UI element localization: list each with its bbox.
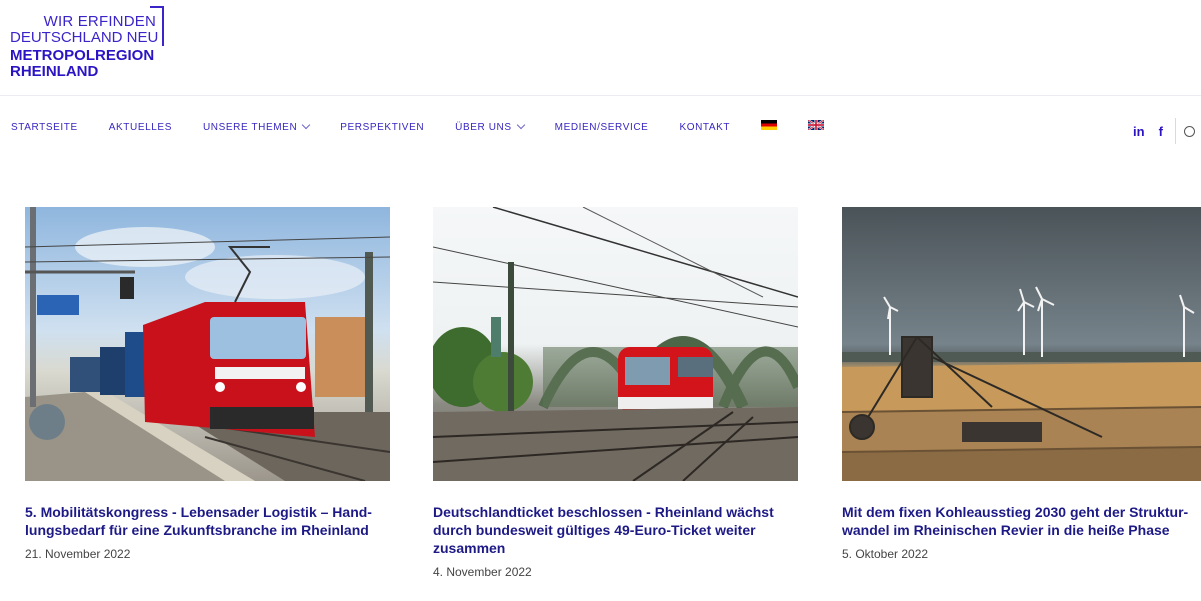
card-date: 4. November 2022	[433, 565, 532, 579]
nav-label: AKTUELLES	[108, 121, 172, 133]
nav-label: ÜBER UNS	[455, 121, 512, 133]
flag-de-icon[interactable]	[761, 120, 778, 130]
card-date: 5. Oktober 2022	[842, 547, 929, 561]
chevron-down-icon	[516, 120, 525, 130]
linkedin-icon[interactable]: in	[1133, 124, 1145, 139]
logo-line-2: DEUTSCHLAND NEU	[10, 29, 159, 46]
nav-item-aktuelles[interactable]: AKTUELLES	[109, 122, 172, 133]
card-date: 21. November 2022	[25, 547, 131, 561]
nav-item-ueber-uns[interactable]: ÜBER UNS	[455, 120, 525, 133]
logo-frame	[162, 6, 164, 46]
facebook-icon[interactable]: f	[1159, 124, 1163, 139]
logo-line-4: RHEINLAND	[10, 63, 99, 80]
search-icon[interactable]	[1183, 125, 1195, 137]
card-title[interactable]: 5. Mobilitätskongress - Lebensader Logis…	[25, 503, 390, 539]
nav-item-unsere-themen[interactable]: UNSERE THEMEN	[202, 120, 311, 133]
site-logo[interactable]: WIR ERFINDEN DEUTSCHLAND NEU METROPOLREG…	[10, 6, 170, 82]
nav-item-medien-service[interactable]: MEDIEN/SERVICE	[555, 122, 649, 133]
news-card[interactable]: Mit dem fixen Kohleausstieg 2030 geht de…	[842, 207, 1201, 561]
nav-item-startseite[interactable]: STARTSEITE	[11, 122, 78, 133]
news-card[interactable]: 5. Mobilitätskongress - Lebensader Logis…	[25, 207, 390, 561]
nav-label: KONTAKT	[679, 121, 731, 133]
card-title[interactable]: Mit dem fixen Kohleausstieg 2030 geht de…	[842, 503, 1201, 539]
header-divider	[0, 95, 1201, 96]
open-pit-mine-wind-turbines-image[interactable]	[842, 207, 1201, 481]
chevron-down-icon	[302, 120, 311, 130]
nav-item-perspektiven[interactable]: PERSPEKTIVEN	[340, 122, 424, 133]
logo-line-3: METROPOLREGION	[10, 47, 155, 64]
nav-label: STARTSEITE	[11, 121, 78, 133]
card-title[interactable]: Deutschlandticket beschlossen - Rheinlan…	[433, 503, 798, 557]
social-separator	[1174, 118, 1176, 144]
nav-label: UNSERE THEMEN	[202, 121, 298, 133]
main-navigation: STARTSEITE AKTUELLES UNSERE THEMEN PERSP…	[11, 118, 855, 136]
social-links: in f	[1133, 118, 1195, 144]
nav-label: MEDIEN/SERVICE	[554, 121, 649, 133]
logo-line-1: WIR ERFINDEN	[43, 13, 156, 30]
nav-item-kontakt[interactable]: KONTAKT	[679, 122, 730, 133]
flag-uk-icon[interactable]	[808, 120, 825, 130]
nav-label: PERSPEKTIVEN	[340, 121, 425, 133]
red-regional-train-bridge-image[interactable]	[433, 207, 798, 481]
red-locomotive-train-station-image[interactable]	[25, 207, 390, 481]
news-card[interactable]: Deutschlandticket beschlossen - Rheinlan…	[433, 207, 798, 579]
